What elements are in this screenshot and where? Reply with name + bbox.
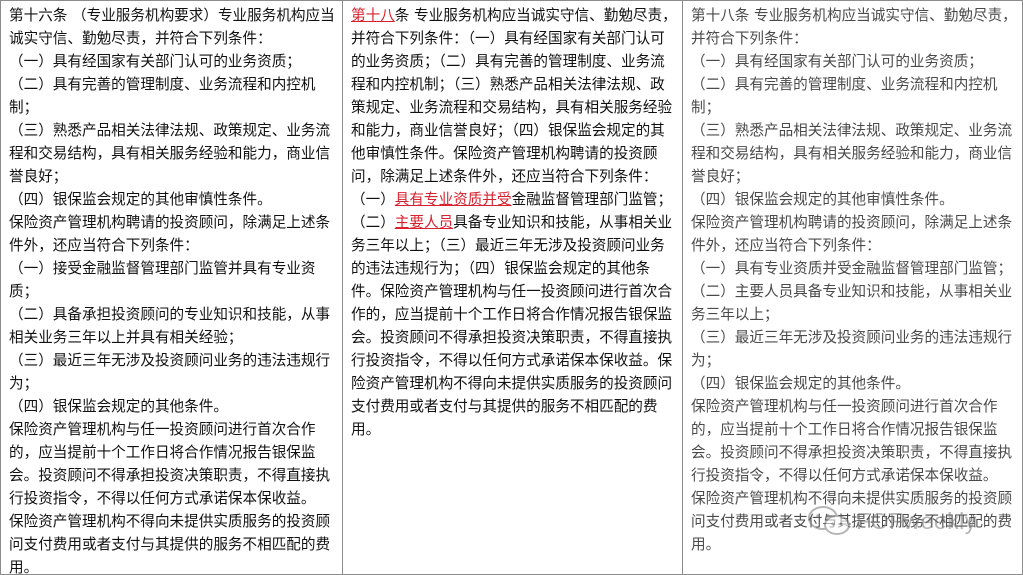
column-revised-article-18-clean: 第十八条 专业服务机构应当诚实守信、勤勉尽责，并符合下列条件： （一）具有经国家… bbox=[683, 1, 1023, 574]
comparison-table: 第十六条 （专业服务机构要求）专业服务机构应当诚实守信、勤勉尽责，并符合下列条件… bbox=[0, 0, 1023, 575]
revised-paragraph: 第十八条 专业服务机构应当诚实守信、勤勉尽责，并符合下列条件：（一）具有经国家有… bbox=[351, 4, 678, 441]
clause: （二）具有完善的管理制度、业务流程和内控机制； bbox=[691, 76, 998, 116]
clause: （四）银保监会规定的其他条件。 bbox=[9, 398, 228, 415]
paragraph: 保险资产管理机构与任一投资顾问进行首次合作的，应当提前十个工作日将合作情况报告银… bbox=[691, 398, 1013, 484]
clause: （一）具有经国家有关部门认可的业务资质； bbox=[9, 53, 301, 70]
clause: （三）熟悉产品相关法律法规、政策规定、业务流程和交易结构，具有相关服务经验和能力… bbox=[691, 122, 1013, 185]
article-heading: 第十八条 专业服务机构应当诚实守信、勤勉尽责，并符合下列条件： bbox=[691, 7, 1017, 47]
paragraph: 保险资产管理机构不得向未提供实质服务的投资顾问支付费用或者支付与其提供的服务不相… bbox=[9, 513, 331, 574]
clause: （一）接受金融监督管理部门监管并具有专业资质； bbox=[9, 260, 316, 300]
clause: （二）具有完善的管理制度、业务流程和内控机制； bbox=[9, 76, 316, 116]
clause: （二）具备承担投资顾问的专业知识和技能，从事相关业务三年以上并具有相关经验； bbox=[9, 306, 331, 346]
article-heading: 第十六条 （专业服务机构要求）专业服务机构应当诚实守信、勤勉尽责，并符合下列条件… bbox=[9, 7, 335, 47]
clause: （四）银保监会规定的其他条件。 bbox=[691, 375, 910, 392]
column-original-article-16: 第十六条 （专业服务机构要求）专业服务机构应当诚实守信、勤勉尽责，并符合下列条件… bbox=[0, 1, 343, 574]
clause: （三）熟悉产品相关法律法规、政策规定、业务流程和交易结构，具有相关服务经验和能力… bbox=[9, 122, 331, 185]
column-revised-article-18-marked: 第十八条 专业服务机构应当诚实守信、勤勉尽责，并符合下列条件：（一）具有经国家有… bbox=[343, 1, 683, 574]
clause: （三）最近三年无涉及投资顾问业务的违法违规行为； bbox=[9, 352, 331, 392]
revised-text: 具备专业知识和技能，从事相关业务三年以上；（三）最近三年无涉及投资顾问业务的违法… bbox=[351, 214, 673, 438]
article-label-changed: 第十八 bbox=[351, 7, 395, 24]
clause: （一）具有专业资质并受金融监督管理部门监管； bbox=[691, 260, 1013, 277]
clause: （四）银保监会规定的其他审慎性条件。 bbox=[691, 191, 954, 208]
paragraph: 保险资产管理机构聘请的投资顾问，除满足上述条件外，还应当符合下列条件： bbox=[9, 214, 331, 254]
clause: （一）具有经国家有关部门认可的业务资质； bbox=[691, 53, 983, 70]
paragraph: 保险资产管理机构聘请的投资顾问，除满足上述条件外，还应当符合下列条件： bbox=[691, 214, 1013, 254]
watermark-text: FOFweekly bbox=[856, 507, 977, 534]
paragraph: 保险资产管理机构与任一投资顾问进行首次合作的，应当提前十个工作日将合作情况报告银… bbox=[9, 421, 331, 507]
clause: （四）银保监会规定的其他审慎性条件。 bbox=[9, 191, 272, 208]
revised-text: 条 专业服务机构应当诚实守信、勤勉尽责，并符合下列条件：（一）具有经国家有关部门… bbox=[351, 7, 677, 208]
wechat-logo-icon bbox=[808, 506, 850, 535]
inserted-text: 具有专业资质并受 bbox=[394, 191, 512, 208]
watermark: FOFweekly bbox=[806, 505, 977, 537]
inserted-text: 主要人员 bbox=[394, 214, 454, 231]
clause: （三）最近三年无涉及投资顾问业务的违法违规行为； bbox=[691, 329, 1013, 369]
clause: （二）主要人员具备专业知识和技能，从事相关业务三年以上； bbox=[691, 283, 1013, 323]
